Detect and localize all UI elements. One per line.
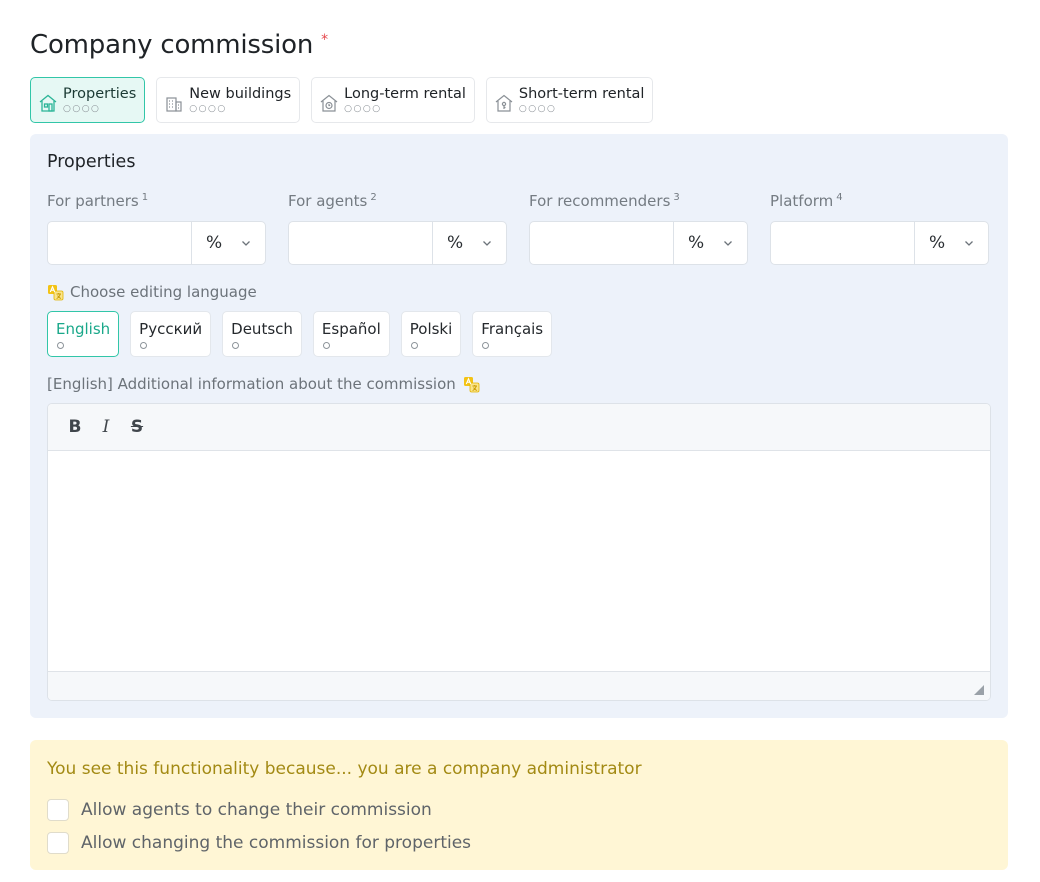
translate-icon bbox=[48, 284, 64, 300]
footnote-marker: 4 bbox=[836, 192, 843, 203]
allow-agents-change-option[interactable]: Allow agents to change their commission bbox=[47, 799, 432, 821]
allow-properties-change-option[interactable]: Allow changing the commission for proper… bbox=[47, 832, 471, 854]
tab-long-term-rental[interactable]: Long-term rental ○○○○ bbox=[311, 77, 475, 123]
commission-fields: For partners 1 % For agents 2 % For reco… bbox=[47, 192, 989, 265]
field-label: Platform 4 bbox=[770, 192, 843, 210]
unit-value: % bbox=[447, 233, 464, 253]
language-tab-polish[interactable]: Polski bbox=[400, 311, 462, 357]
language-label: Русский bbox=[139, 319, 203, 338]
unit-select[interactable]: % bbox=[673, 222, 747, 264]
status-dot bbox=[232, 341, 240, 349]
agents-commission-input[interactable] bbox=[289, 222, 432, 264]
resize-handle-icon[interactable] bbox=[974, 685, 984, 695]
language-tab-french[interactable]: Français bbox=[472, 311, 553, 357]
bold-button[interactable]: B bbox=[67, 417, 83, 437]
admin-notice: You see this functionality because... yo… bbox=[30, 740, 1008, 870]
house-icon bbox=[38, 93, 58, 113]
input-group: % bbox=[529, 221, 748, 265]
input-group: % bbox=[47, 221, 266, 265]
tab-new-buildings[interactable]: New buildings ○○○○ bbox=[156, 77, 301, 123]
language-tab-russian[interactable]: Русский bbox=[130, 311, 212, 357]
info-heading-text: [English] Additional information about t… bbox=[47, 375, 456, 393]
unit-select[interactable]: % bbox=[191, 222, 265, 264]
category-tabs: Properties ○○○○ New buildings ○○○○ Long-… bbox=[30, 77, 654, 123]
checkbox-label: Allow agents to change their commission bbox=[81, 800, 432, 820]
unit-select[interactable]: % bbox=[432, 222, 506, 264]
language-label: English bbox=[56, 319, 111, 338]
language-label: Deutsch bbox=[231, 319, 293, 338]
tab-dots: ○○○○ bbox=[344, 104, 382, 114]
recommenders-commission-input[interactable] bbox=[530, 222, 673, 264]
short-rental-icon bbox=[494, 93, 514, 113]
footnote-marker: 1 bbox=[141, 192, 149, 203]
tab-label: Short-term rental bbox=[518, 86, 645, 102]
editor-toolbar: B I S bbox=[48, 404, 990, 451]
commission-panel: Properties For partners1 % For agents2 bbox=[30, 134, 1008, 718]
tab-dots: ○○○○ bbox=[518, 104, 557, 114]
unit-value: % bbox=[206, 233, 223, 253]
input-group: % bbox=[288, 221, 507, 265]
language-tab-spanish[interactable]: Español bbox=[312, 311, 390, 357]
chevron-down-icon bbox=[724, 241, 732, 246]
allow-agents-change-checkbox[interactable] bbox=[47, 799, 69, 821]
building-icon bbox=[164, 93, 184, 113]
field-agents: For agents 2 % bbox=[288, 192, 507, 265]
title-row: Company commission * bbox=[30, 30, 328, 60]
language-heading-text: Choose editing language bbox=[70, 283, 257, 301]
language-heading: Choose editing language bbox=[47, 283, 257, 301]
info-heading: [English] Additional information about t… bbox=[47, 375, 480, 393]
tab-label: Properties bbox=[63, 86, 137, 102]
tab-properties[interactable]: Properties ○○○○ bbox=[30, 77, 146, 123]
page: Company commission * Properties ○○○○ New… bbox=[0, 0, 1040, 882]
field-recommenders: For recommenders 3 % bbox=[529, 192, 748, 265]
rental-house-icon bbox=[319, 93, 339, 113]
panel-title: Properties bbox=[47, 152, 136, 172]
checkbox-label: Allow changing the commission for proper… bbox=[81, 833, 472, 853]
field-platform: Platform 4 % bbox=[770, 192, 989, 265]
chevron-down-icon bbox=[242, 241, 250, 246]
tab-label: New buildings bbox=[189, 86, 292, 102]
chevron-down-icon bbox=[483, 241, 491, 246]
footnote-marker: 2 bbox=[370, 192, 377, 203]
translate-icon bbox=[463, 376, 480, 392]
italic-button[interactable]: I bbox=[98, 417, 114, 437]
unit-value: % bbox=[688, 233, 705, 253]
rich-text-editor: B I S bbox=[47, 403, 991, 701]
language-label: Polski bbox=[409, 319, 453, 338]
editor-status-bar bbox=[48, 671, 990, 700]
admin-notice-title: You see this functionality because... yo… bbox=[47, 759, 642, 779]
field-label: For agents 2 bbox=[288, 192, 377, 210]
language-tab-english[interactable]: English bbox=[47, 311, 120, 357]
tab-short-term-rental[interactable]: Short-term rental ○○○○ bbox=[485, 77, 654, 123]
status-dot bbox=[322, 341, 330, 349]
unit-select[interactable]: % bbox=[914, 222, 988, 264]
input-group: % bbox=[770, 221, 989, 265]
language-label: Français bbox=[481, 319, 544, 338]
tab-label: Long-term rental bbox=[344, 86, 466, 102]
field-label: For partners 1 bbox=[47, 192, 149, 210]
editor-content[interactable] bbox=[48, 451, 990, 671]
allow-properties-change-checkbox[interactable] bbox=[47, 832, 69, 854]
status-dot bbox=[410, 341, 418, 349]
language-tabs: English Русский Deutsch Español Polski F… bbox=[47, 311, 553, 357]
platform-commission-input[interactable] bbox=[771, 222, 914, 264]
field-label: For recommenders 3 bbox=[529, 192, 680, 210]
language-label: Español bbox=[321, 319, 381, 338]
status-dot bbox=[57, 341, 64, 349]
required-marker: * bbox=[321, 32, 329, 48]
strikethrough-button[interactable]: S bbox=[129, 417, 145, 437]
field-partners: For partners 1 % bbox=[47, 192, 266, 265]
partners-commission-input[interactable] bbox=[48, 222, 191, 264]
tab-dots: ○○○○ bbox=[189, 104, 227, 114]
status-dot bbox=[482, 341, 490, 349]
chevron-down-icon bbox=[965, 241, 973, 246]
unit-value: % bbox=[929, 233, 946, 253]
page-title: Company commission bbox=[30, 30, 314, 60]
status-dot bbox=[140, 341, 148, 349]
language-tab-german[interactable]: Deutsch bbox=[222, 311, 302, 357]
footnote-marker: 3 bbox=[673, 192, 680, 203]
tab-dots: ○○○○ bbox=[63, 104, 101, 114]
